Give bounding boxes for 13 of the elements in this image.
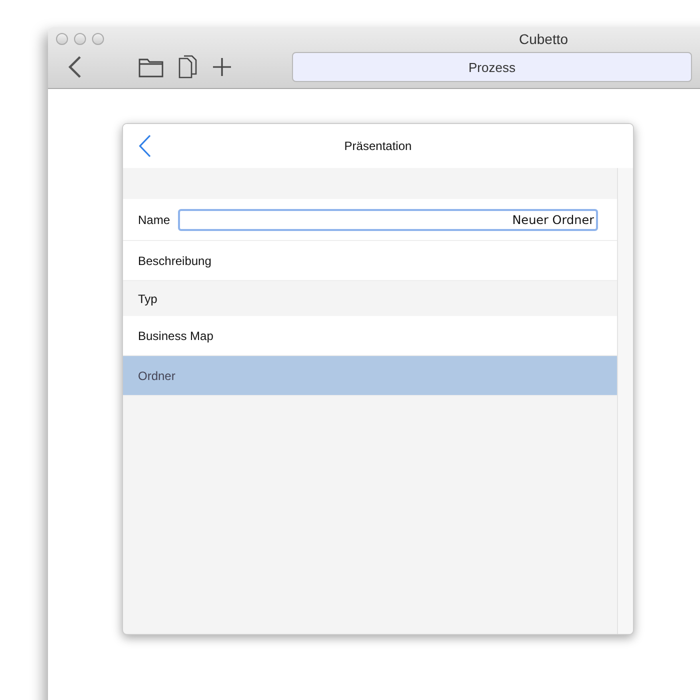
list-item[interactable]: Business Map <box>123 316 617 356</box>
back-icon[interactable] <box>68 56 82 78</box>
field-label: Name <box>138 212 170 226</box>
folder-icon[interactable] <box>138 56 164 78</box>
window-title: Cubetto <box>519 31 568 47</box>
name-field[interactable]: Neuer Ordner <box>178 208 598 230</box>
list-item[interactable]: Ordner <box>123 356 617 396</box>
description-row[interactable]: Beschreibung <box>123 241 617 281</box>
plus-icon[interactable] <box>212 57 232 77</box>
dialog-title: Präsentation <box>343 139 413 153</box>
documents-icon[interactable] <box>178 55 198 79</box>
segment-button[interactable]: Prozess <box>292 52 692 82</box>
back-icon[interactable] <box>138 134 152 158</box>
